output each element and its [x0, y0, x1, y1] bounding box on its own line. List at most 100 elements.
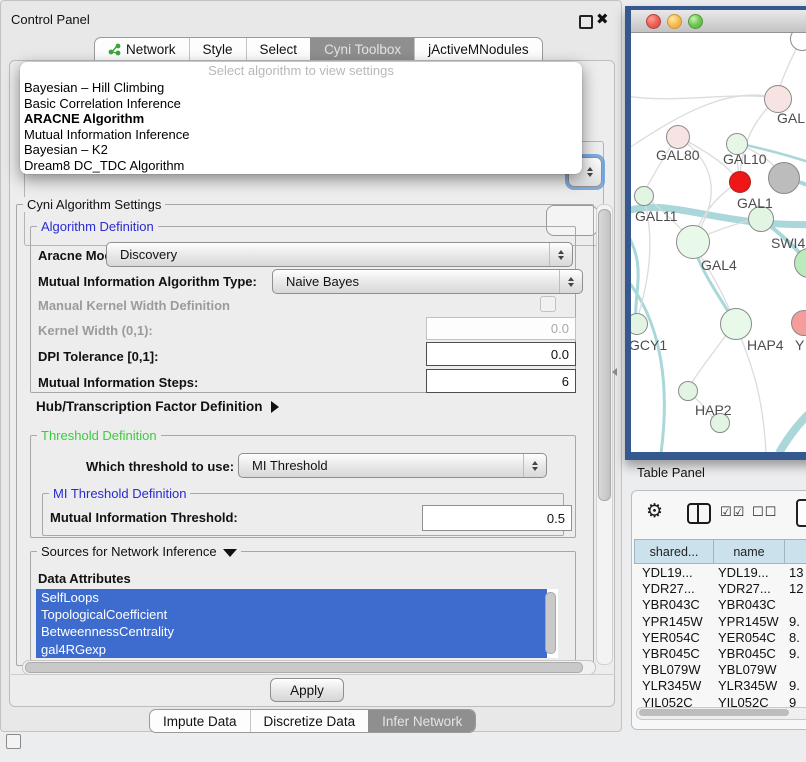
table-horizontal-scrollbar[interactable]	[636, 707, 806, 720]
table-row[interactable]: YBR045C YBR045C 9.	[634, 646, 806, 662]
algorithm-option-selected[interactable]: ARACNE Algorithm	[20, 111, 582, 127]
table-row[interactable]: YPR145W YPR145W 9.	[634, 614, 806, 630]
close-icon[interactable]: ✖	[596, 10, 609, 28]
mi-steps-input[interactable]: 6	[426, 369, 576, 393]
tab-label: Cyni Toolbox	[324, 42, 401, 57]
collapse-down-icon[interactable]	[223, 549, 237, 557]
table-cell[interactable]: YDR27...	[713, 581, 784, 597]
deselect-all-columns-icon[interactable]: ☐☐	[752, 504, 777, 520]
kernel-width-input[interactable]: 0.0	[426, 317, 576, 340]
network-node[interactable]	[720, 308, 752, 340]
data-attributes-list[interactable]: SelfLoops TopologicalCoefficient Between…	[36, 589, 558, 658]
table-cell[interactable]: 9.	[784, 614, 806, 630]
network-node[interactable]	[634, 186, 654, 206]
aracne-mode-select[interactable]: Discovery	[106, 242, 573, 267]
tab-jactivemnodules[interactable]: jActiveMNodules	[414, 38, 542, 61]
close-traffic-light-icon[interactable]	[646, 14, 661, 29]
table-cell[interactable]: YDL19...	[634, 565, 713, 581]
new-column-icon[interactable]	[796, 499, 806, 527]
table-cell[interactable]: YBR043C	[634, 597, 713, 613]
table-cell[interactable]: YPR145W	[634, 614, 713, 630]
table-row[interactable]: YDR27... YDR27... 12	[634, 581, 806, 597]
apply-button[interactable]: Apply	[270, 678, 344, 702]
table-row[interactable]: YBR043C YBR043C	[634, 597, 806, 613]
table-cell[interactable]: YBR045C	[713, 646, 784, 662]
node-label: GAL80	[656, 147, 700, 163]
tab-select[interactable]: Select	[246, 38, 311, 61]
column-header[interactable]: name	[714, 539, 785, 564]
table-row[interactable]: YBL079W YBL079W	[634, 662, 806, 678]
network-canvas[interactable]: GAL GAL80 GAL10 GAL1 SWI4 GAL11 GAL4 GCY…	[631, 33, 806, 452]
splitter-collapse-icon[interactable]	[612, 368, 617, 376]
tab-impute-data[interactable]: Impute Data	[150, 710, 250, 732]
network-node[interactable]	[768, 162, 800, 194]
select-all-columns-icon[interactable]: ☑☑	[720, 504, 745, 520]
scrollbar-thumb[interactable]	[639, 709, 789, 716]
settings-horizontal-scrollbar[interactable]	[22, 660, 596, 675]
attribute-item-selected[interactable]: TopologicalCoefficient	[36, 606, 547, 623]
table-cell[interactable]: YER054C	[634, 630, 713, 646]
node-label: Y	[795, 337, 804, 353]
network-node[interactable]	[676, 225, 710, 259]
algorithm-option[interactable]: Mutual Information Inference	[20, 127, 582, 143]
table-cell[interactable]: 9.	[784, 646, 806, 662]
dpi-tolerance-input[interactable]: 0.0	[426, 342, 576, 366]
network-view-window: GAL GAL80 GAL10 GAL1 SWI4 GAL11 GAL4 GCY…	[625, 6, 806, 460]
table-row[interactable]: YLR345W YLR345W 9.	[634, 678, 806, 694]
network-node-selected[interactable]	[729, 171, 751, 193]
settings-vertical-scrollbar[interactable]	[596, 204, 613, 665]
sources-title-text: Sources for Network Inference	[41, 544, 217, 559]
float-window-icon[interactable]	[579, 15, 593, 29]
table-cell[interactable]: 9.	[784, 678, 806, 694]
gear-icon[interactable]: ⚙	[646, 500, 663, 523]
panel-collapse-icon[interactable]	[6, 734, 21, 749]
attribute-item-selected[interactable]: BetweennessCentrality	[36, 623, 547, 640]
tab-discretize-data[interactable]: Discretize Data	[250, 710, 369, 732]
hub-definition-expander[interactable]: Hub/Transcription Factor Definition	[36, 399, 279, 414]
columns-icon[interactable]	[687, 503, 711, 524]
table-cell[interactable]: YLR345W	[713, 678, 784, 694]
column-header[interactable]: shared...	[634, 539, 714, 564]
table-cell[interactable]: YDL19...	[713, 565, 784, 581]
network-window-titlebar[interactable]	[631, 10, 806, 33]
table-cell[interactable]: YBL079W	[634, 662, 713, 678]
table-row[interactable]: YDL19... YDL19... 13	[634, 565, 806, 581]
table-cell[interactable]: YPR145W	[713, 614, 784, 630]
algorithm-option[interactable]: Bayesian – Hill Climbing	[20, 80, 582, 96]
tab-infer-network[interactable]: Infer Network	[368, 710, 475, 732]
tab-style[interactable]: Style	[189, 38, 246, 61]
table-cell[interactable]: YLR345W	[634, 678, 713, 694]
table-cell[interactable]: 12	[784, 581, 806, 597]
table-cell[interactable]	[784, 662, 806, 678]
attribute-item-selected[interactable]: SelfLoops	[36, 589, 547, 606]
attribute-item-selected[interactable]: gal4RGexp	[36, 641, 547, 658]
scrollbar-thumb[interactable]	[598, 209, 611, 501]
manual-kernel-width-checkbox[interactable]	[540, 296, 556, 312]
column-header[interactable]	[785, 539, 806, 564]
algorithm-option[interactable]: Bayesian – K2	[20, 142, 582, 158]
minimize-traffic-light-icon[interactable]	[667, 14, 682, 29]
table-cell[interactable]: YDR27...	[634, 581, 713, 597]
which-threshold-select[interactable]: MI Threshold	[238, 453, 547, 478]
algorithm-option[interactable]: Basic Correlation Inference	[20, 96, 582, 112]
table-cell[interactable]: 8.	[784, 630, 806, 646]
table-cell[interactable]: YBR043C	[713, 597, 784, 613]
field-value: 0.0	[551, 321, 569, 336]
table-cell[interactable]: YBR045C	[634, 646, 713, 662]
mi-threshold-input[interactable]: 0.5	[422, 505, 572, 531]
mi-algorithm-type-select[interactable]: Naive Bayes	[272, 269, 583, 294]
algorithm-option[interactable]: Dream8 DC_TDC Algorithm	[20, 158, 582, 174]
tab-cyni-toolbox[interactable]: Cyni Toolbox	[310, 38, 414, 61]
table-cell[interactable]: YBL079W	[713, 662, 784, 678]
table-cell[interactable]: YER054C	[713, 630, 784, 646]
list-scrollbar-thumb[interactable]	[545, 592, 556, 654]
table-cell[interactable]: 13	[784, 565, 806, 581]
tab-network[interactable]: Network	[95, 38, 189, 61]
table-cell[interactable]	[784, 597, 806, 613]
network-node[interactable]	[678, 381, 698, 401]
network-node[interactable]	[666, 125, 690, 149]
network-node[interactable]	[764, 85, 792, 113]
table-row[interactable]: YER054C YER054C 8.	[634, 630, 806, 646]
zoom-traffic-light-icon[interactable]	[688, 14, 703, 29]
scrollbar-thumb[interactable]	[25, 662, 583, 673]
